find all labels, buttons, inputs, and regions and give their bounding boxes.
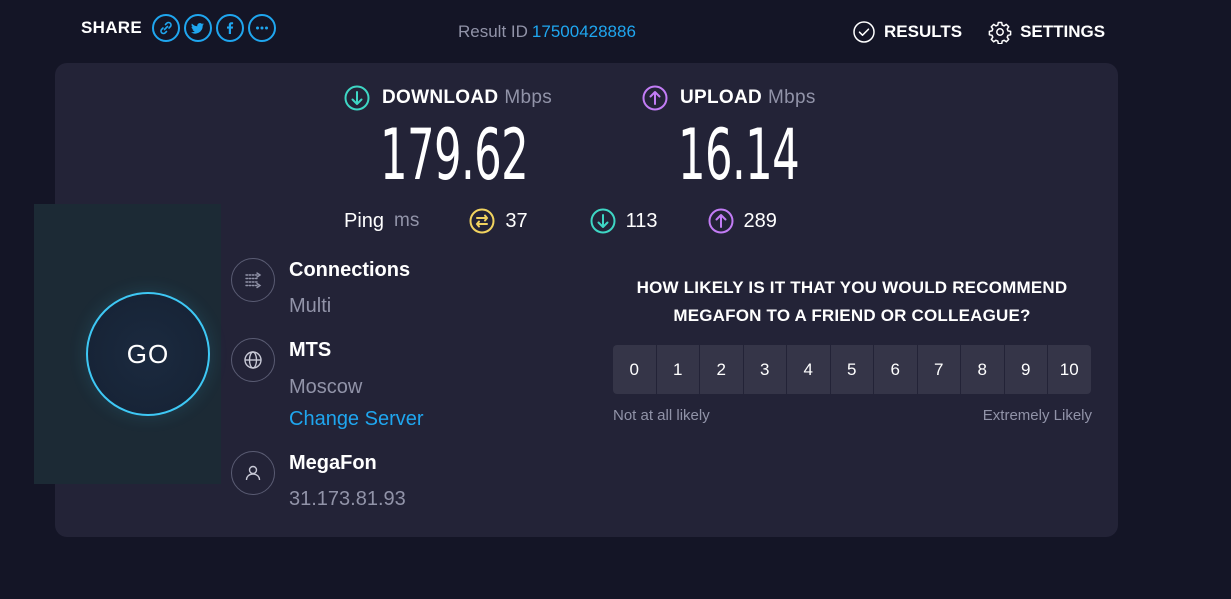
survey-question: HOW LIKELY IS IT THAT YOU WOULD RECOMMEN… (636, 278, 1068, 325)
upload-value: 16.14 (678, 114, 800, 196)
ping-idle: 37 (469, 208, 528, 234)
upload-header: UPLOAD Mbps (642, 85, 873, 111)
rating-option-6[interactable]: 6 (874, 345, 917, 394)
upload-label: UPLOAD (680, 87, 763, 108)
rating-scale: 0 1 2 3 4 5 6 7 8 9 10 (613, 345, 1091, 394)
download-label: DOWNLOAD (382, 87, 499, 108)
check-circle-icon (853, 21, 875, 43)
rating-option-0[interactable]: 0 (613, 345, 656, 394)
result-id: Result ID 17500428886 (458, 22, 636, 42)
link-icon[interactable] (152, 14, 181, 42)
ping-unit: ms (394, 210, 420, 231)
rating-option-1[interactable]: 1 (656, 345, 699, 394)
results-button[interactable]: RESULTS (852, 20, 962, 44)
download-header: DOWNLOAD Mbps (344, 85, 619, 111)
ping-upload: 289 (708, 208, 777, 234)
rating-option-7[interactable]: 7 (917, 345, 960, 394)
rating-option-8[interactable]: 8 (961, 345, 1004, 394)
settings-button[interactable]: SETTINGS (988, 20, 1105, 44)
result-id-link[interactable]: 17500428886 (532, 22, 636, 41)
share-group: SHARE (81, 14, 277, 42)
rating-option-3[interactable]: 3 (743, 345, 786, 394)
results-label: RESULTS (884, 22, 963, 41)
upload-arrow-icon (642, 85, 668, 111)
twitter-icon[interactable] (184, 14, 213, 42)
user-icon (231, 451, 275, 495)
download-ping-icon (590, 208, 616, 234)
rating-option-5[interactable]: 5 (830, 345, 873, 394)
rating-option-9[interactable]: 9 (1004, 345, 1047, 394)
change-server-link[interactable]: Change Server (289, 408, 424, 431)
facebook-icon[interactable] (216, 14, 245, 42)
download-metric: DOWNLOAD Mbps 179.62 (344, 85, 619, 195)
upload-unit: Mbps (768, 87, 816, 108)
ping-upload-value: 289 (743, 209, 777, 232)
upload-ping-icon (708, 208, 733, 234)
server-location: Moscow (289, 376, 363, 398)
upload-metric: UPLOAD Mbps 16.14 (642, 85, 873, 195)
scale-low-label: Not at all likely (613, 407, 710, 424)
scale-high-label: Extremely Likely (982, 407, 1092, 424)
gear-icon (988, 21, 1012, 44)
ping-download: 113 (590, 208, 658, 234)
connections-title: Connections (289, 259, 411, 281)
share-label: SHARE (81, 18, 143, 37)
idle-ping-icon (469, 208, 495, 234)
provider-name: MegaFon (289, 452, 377, 474)
ping-row: Ping ms 37 113 289 (344, 208, 777, 234)
rating-option-4[interactable]: 4 (787, 345, 830, 394)
top-nav: RESULTS SETTINGS (852, 20, 1105, 44)
top-bar: SHARE Result ID 17500428886 RESULTS SETT… (0, 0, 1231, 64)
connections-icon[interactable] (231, 258, 275, 302)
download-unit: Mbps (504, 87, 553, 108)
more-icon[interactable] (248, 14, 277, 42)
go-button[interactable]: GO (86, 292, 210, 416)
ping-label: Ping (344, 209, 385, 232)
result-id-label: Result ID (458, 22, 528, 41)
provider-ip: 31.173.81.93 (289, 488, 406, 510)
download-value: 179.62 (380, 114, 529, 196)
ping-idle-value: 37 (505, 209, 528, 232)
globe-icon (231, 338, 275, 382)
server-name: MTS (289, 339, 332, 361)
rating-option-10[interactable]: 10 (1048, 345, 1091, 394)
settings-label: SETTINGS (1020, 22, 1106, 41)
ping-download-value: 113 (625, 209, 658, 232)
download-arrow-icon (344, 85, 370, 111)
rating-option-2[interactable]: 2 (700, 345, 743, 394)
connections-value: Multi (289, 295, 332, 317)
